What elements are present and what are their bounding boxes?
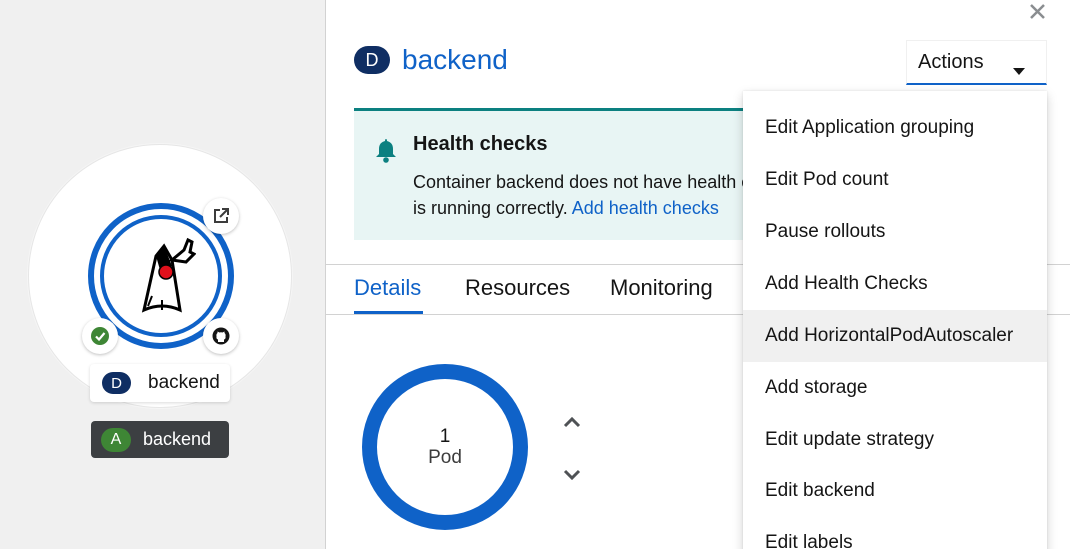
tab-resources[interactable]: Resources [465, 275, 570, 301]
check-circle-icon[interactable] [82, 318, 118, 354]
menu-item-pause-rollouts[interactable]: Pause rollouts [743, 206, 1047, 258]
menu-item-edit-pod-count[interactable]: Edit Pod count [743, 154, 1047, 206]
node-label[interactable]: D backend [90, 364, 230, 402]
panel-title: D backend [354, 44, 508, 76]
workload-node-inner-ring [100, 215, 222, 337]
alert-body-line2: is running correctly. Add health checks [413, 195, 773, 221]
external-link-icon[interactable] [203, 198, 239, 234]
menu-item-edit-backend[interactable]: Edit backend [743, 465, 1047, 517]
active-tab-indicator [354, 311, 423, 314]
tab-monitoring[interactable]: Monitoring [610, 275, 713, 301]
deployment-badge: D [102, 372, 131, 394]
application-badge: A [101, 427, 131, 452]
application-group-label[interactable]: A backend [91, 421, 229, 458]
java-duke-icon [104, 219, 218, 333]
github-icon[interactable] [203, 318, 239, 354]
tab-details[interactable]: Details [354, 275, 421, 301]
decrease-pod-count-button[interactable] [561, 464, 583, 484]
page-title[interactable]: backend [402, 44, 508, 76]
menu-item-edit-application-grouping[interactable]: Edit Application grouping [743, 102, 1047, 154]
topology-canvas[interactable]: D backend A backend [0, 0, 325, 549]
caret-down-icon [1012, 59, 1026, 82]
menu-item-add-horizontal-pod-autoscaler[interactable]: Add HorizontalPodAutoscaler [743, 310, 1047, 362]
actions-label: Actions [918, 50, 984, 73]
alert-body-line2-text: is running correctly. [413, 198, 572, 218]
menu-item-edit-update-strategy[interactable]: Edit update strategy [743, 414, 1047, 466]
application-name: backend [143, 429, 212, 449]
health-checks-alert: Health checks Container backend does not… [354, 108, 774, 240]
close-icon[interactable] [1025, 0, 1049, 22]
actions-menu: Edit Application grouping Edit Pod count… [743, 91, 1047, 549]
alert-body-line1: Container backend does not have health c [413, 172, 751, 192]
alert-body: Container backend does not have health c… [413, 169, 773, 221]
node-name: backend [148, 372, 220, 393]
alert-title: Health checks [413, 133, 548, 155]
pod-count: 1 [439, 426, 451, 447]
menu-item-add-health-checks[interactable]: Add Health Checks [743, 258, 1047, 310]
actions-dropdown-button[interactable]: Actions [906, 40, 1047, 85]
menu-item-edit-labels[interactable]: Edit labels [743, 517, 1047, 549]
pod-ring: 1 Pod [362, 364, 528, 530]
pod-label: Pod [428, 447, 462, 468]
menu-item-add-storage[interactable]: Add storage [743, 362, 1047, 414]
title-badge: D [354, 46, 390, 74]
add-health-checks-link[interactable]: Add health checks [572, 198, 719, 218]
bell-icon [374, 137, 398, 168]
increase-pod-count-button[interactable] [561, 412, 583, 432]
